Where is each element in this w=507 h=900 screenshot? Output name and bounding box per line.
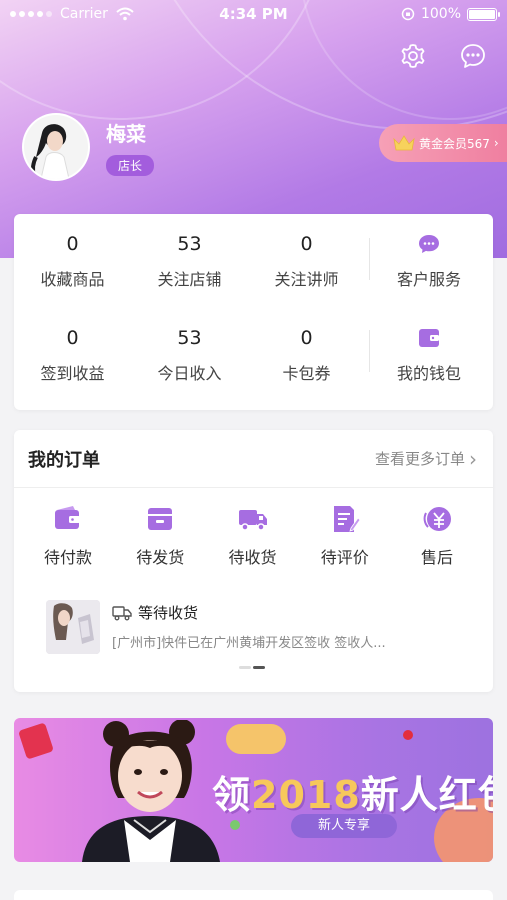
view-more-orders-link[interactable]: 查看更多订单 › [375,447,477,471]
truck-outline-icon [112,605,132,620]
battery-percent: 100% [420,6,461,22]
order-category-label: 待收货 [228,548,277,567]
stat-today-income[interactable]: 53 今日收入 [131,326,248,384]
new-user-red-packet-banner[interactable]: 领2018新人红包 新人专享 [14,718,493,862]
red-envelope-decoration [18,722,54,760]
membership-badge[interactable]: 黄金会员567 › [379,124,507,162]
review-icon [333,506,361,532]
shipping-status: 等待收货 [138,604,199,622]
banner-title: 领2018新人红包 [212,773,493,817]
message-icon[interactable] [459,42,487,70]
orders-card: 我的订单 查看更多订单 › 待付款 待发货 待收货 待评价 售后 等待收货 [广… [14,430,493,692]
box-icon [148,508,173,530]
settings-gear-icon[interactable] [399,42,427,70]
my-wallet-button[interactable]: 我的钱包 [365,326,493,384]
view-more-label: 查看更多订单 [374,450,465,468]
user-name: 梅菜 [106,122,146,146]
order-pending-shipment[interactable]: 待发货 [128,504,192,568]
next-section-card [14,890,493,900]
user-profile[interactable]: 梅菜 店长 [22,113,155,181]
chat-bubble-icon [419,235,439,253]
wallet-icon [419,329,439,347]
orders-title: 我的订单 [28,449,100,471]
stat-followed-lecturers[interactable]: 0 关注讲师 [248,232,365,290]
orientation-lock-icon [401,7,415,21]
decoration-dot [403,730,413,740]
stat-label: 签到收益 [40,364,105,383]
crown-icon [393,135,415,151]
stat-label: 今日收入 [157,364,222,383]
stat-value: 0 [66,233,79,255]
battery-icon [467,7,500,21]
customer-service-button[interactable]: 客户服务 [365,232,493,290]
stat-favorites[interactable]: 0 收藏商品 [14,232,131,290]
wallet-label: 我的钱包 [396,364,461,383]
refund-icon [423,507,451,531]
chevron-right-icon: › [469,446,477,471]
stat-value: 0 [66,327,79,349]
order-category-label: 售后 [420,548,453,567]
stat-label: 关注讲师 [274,270,339,289]
stat-value: 53 [177,233,202,255]
truck-icon [238,510,267,531]
stat-value: 0 [300,233,313,255]
chevron-right-icon: › [493,136,499,150]
carousel-indicator [239,666,265,669]
stat-coupons[interactable]: 0 卡包券 [248,326,365,384]
stats-card: 0 收藏商品 53 关注店铺 0 关注讲师 客户服务 0 签到收益 53 今日收… [14,214,493,410]
wallet-icon [55,506,80,529]
stat-label: 关注店铺 [157,270,222,289]
membership-label: 黄金会员567 [419,136,490,151]
order-pending-receipt[interactable]: 待收货 [221,504,285,568]
order-category-label: 待付款 [43,548,92,567]
banner-subtitle: 新人专享 [291,814,397,838]
stat-checkin-earnings[interactable]: 0 签到收益 [14,326,131,384]
order-category-label: 待发货 [136,548,185,567]
order-pending-payment[interactable]: 待付款 [36,504,100,568]
shipping-status-item[interactable]: 等待收货 [广州市]快件已在广州黄埔开发区签收 签收人... [46,600,466,656]
order-category-label: 待评价 [320,548,369,567]
stat-followed-shops[interactable]: 53 关注店铺 [131,232,248,290]
stat-value: 0 [300,327,313,349]
role-badge: 店长 [106,155,155,176]
service-label: 客户服务 [396,270,461,289]
stat-label: 卡包券 [282,364,331,383]
shipping-detail: [广州市]快件已在广州黄埔开发区签收 签收人... [112,636,386,651]
avatar[interactable] [22,113,90,181]
order-after-sales[interactable]: 售后 [405,504,469,568]
product-thumbnail [46,600,100,654]
status-bar: Carrier 4:34 PM 100% [0,0,507,30]
stat-value: 53 [177,327,202,349]
stat-label: 收藏商品 [40,270,105,289]
order-pending-review[interactable]: 待评价 [313,504,377,568]
